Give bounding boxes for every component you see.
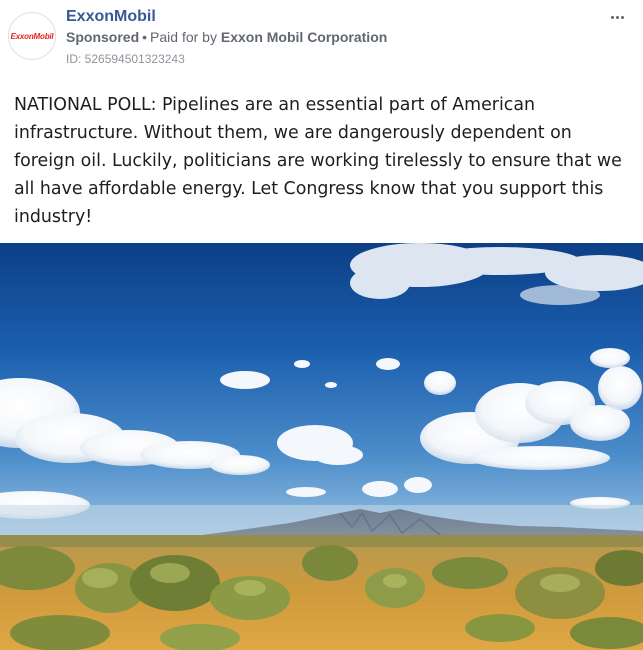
ad-post: ExxonMobil ExxonMobil Sponsored • Paid for… [0,0,643,650]
paid-for-prefix: Paid for by [150,29,217,45]
post-image[interactable] [0,243,643,650]
post-message: NATIONAL POLL: Pipelines are an essentia… [14,95,622,227]
meta-separator: • [142,29,148,45]
more-options-button[interactable] [605,8,629,26]
advertiser-name-link[interactable]: ExxonMobil [66,8,156,26]
advertiser-avatar[interactable]: ExxonMobil [8,12,56,60]
post-header: ExxonMobil ExxonMobil Sponsored • Paid for… [0,0,643,80]
ad-id: ID: 526594501323243 [66,52,185,66]
paid-for-by-name: Exxon Mobil Corporation [220,29,388,45]
exxonmobil-logo: ExxonMobil [10,31,54,41]
sponsored-label: Sponsored [66,29,140,45]
more-horizontal-icon [610,15,624,19]
sponsored-line: Sponsored • Paid for by Exxon Mobil Corpor… [66,29,387,45]
